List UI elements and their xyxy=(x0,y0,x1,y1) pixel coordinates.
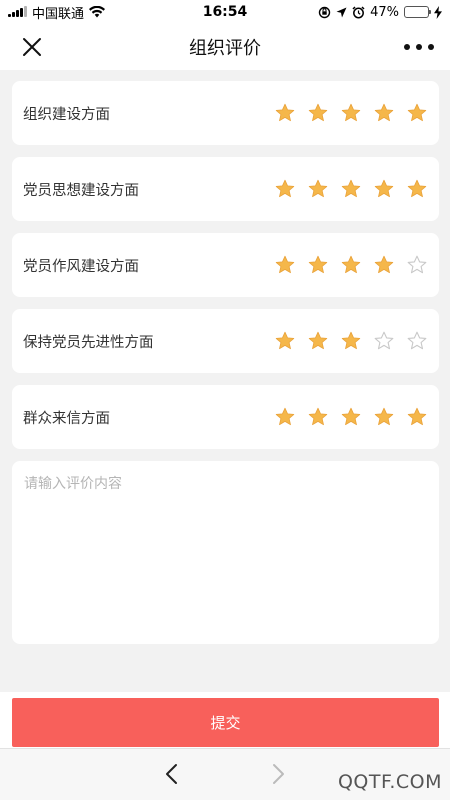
star-filled-icon[interactable] xyxy=(374,103,394,123)
rating-label: 党员思想建设方面 xyxy=(23,182,139,199)
star-empty-icon[interactable] xyxy=(407,331,427,351)
rating-card: 保持党员先进性方面 xyxy=(12,309,439,373)
close-icon[interactable] xyxy=(20,35,44,59)
star-filled-icon[interactable] xyxy=(308,103,328,123)
star-rating[interactable] xyxy=(275,331,427,351)
rating-label: 党员作风建设方面 xyxy=(23,258,139,275)
star-rating[interactable] xyxy=(275,103,427,123)
browser-toolbar: QQTF.COM xyxy=(0,748,450,800)
footer: 提交 xyxy=(0,692,450,748)
star-filled-icon[interactable] xyxy=(407,103,427,123)
rating-label: 保持党员先进性方面 xyxy=(23,334,154,351)
star-filled-icon[interactable] xyxy=(341,331,361,351)
carrier-label: 中国联通 xyxy=(32,6,85,22)
star-filled-icon[interactable] xyxy=(308,255,328,275)
status-bar: 中国联通 16:54 47% xyxy=(0,0,450,24)
star-filled-icon[interactable] xyxy=(308,331,328,351)
star-filled-icon[interactable] xyxy=(341,255,361,275)
comment-input[interactable] xyxy=(24,473,427,632)
star-filled-icon[interactable] xyxy=(275,255,295,275)
star-filled-icon[interactable] xyxy=(407,407,427,427)
star-rating[interactable] xyxy=(275,179,427,199)
star-rating[interactable] xyxy=(275,407,427,427)
star-filled-icon[interactable] xyxy=(275,331,295,351)
star-filled-icon[interactable] xyxy=(308,179,328,199)
orientation-lock-icon xyxy=(318,6,331,18)
rating-card: 群众来信方面 xyxy=(12,385,439,449)
star-filled-icon[interactable] xyxy=(308,407,328,427)
nav-bar: 组织评价 xyxy=(0,24,450,70)
page-title: 组织评价 xyxy=(189,38,261,59)
star-rating[interactable] xyxy=(275,255,427,275)
status-left: 中国联通 xyxy=(8,3,106,22)
rating-label: 群众来信方面 xyxy=(23,410,110,427)
more-icon[interactable] xyxy=(404,38,434,56)
star-empty-icon[interactable] xyxy=(407,255,427,275)
wifi-icon xyxy=(89,6,106,18)
rating-card: 党员思想建设方面 xyxy=(12,157,439,221)
star-filled-icon[interactable] xyxy=(407,179,427,199)
status-right: 47% xyxy=(318,5,442,20)
battery-percent: 47% xyxy=(370,4,399,20)
comment-box xyxy=(12,461,439,644)
submit-button[interactable]: 提交 xyxy=(12,698,439,747)
star-filled-icon[interactable] xyxy=(275,103,295,123)
rating-label: 组织建设方面 xyxy=(23,106,110,123)
watermark: QQTF.COM xyxy=(337,771,442,793)
rating-card: 组织建设方面 xyxy=(12,81,439,145)
star-filled-icon[interactable] xyxy=(374,179,394,199)
star-filled-icon[interactable] xyxy=(374,407,394,427)
rating-card: 党员作风建设方面 xyxy=(12,233,439,297)
location-icon xyxy=(336,7,347,17)
star-filled-icon[interactable] xyxy=(341,407,361,427)
battery-icon xyxy=(404,6,431,18)
alarm-icon xyxy=(352,5,365,18)
star-empty-icon[interactable] xyxy=(374,331,394,351)
chevron-left-icon[interactable] xyxy=(162,763,182,785)
charging-icon xyxy=(434,5,442,19)
signal-icon xyxy=(8,6,27,17)
star-filled-icon[interactable] xyxy=(341,179,361,199)
star-filled-icon[interactable] xyxy=(275,179,295,199)
star-filled-icon[interactable] xyxy=(374,255,394,275)
chevron-right-icon[interactable] xyxy=(268,763,288,785)
star-filled-icon[interactable] xyxy=(275,407,295,427)
content-area: 组织建设方面 党员思想建设方面 党员作风建设方面 保持党员先进性方面 群众来信方… xyxy=(0,70,450,692)
star-filled-icon[interactable] xyxy=(341,103,361,123)
